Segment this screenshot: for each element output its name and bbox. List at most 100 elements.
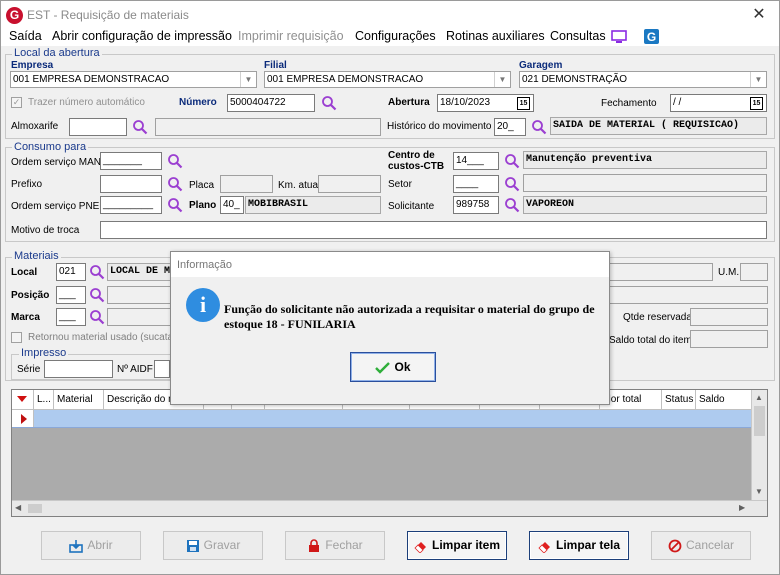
limpar-tela-button[interactable]: Limpar tela <box>529 531 629 560</box>
historico-code-input[interactable]: 20_ <box>494 118 526 136</box>
setor-desc <box>523 174 767 192</box>
centro-code-input[interactable]: 14___ <box>453 152 499 170</box>
calendar-icon[interactable]: 15 <box>750 97 763 110</box>
app-logo-icon: G <box>6 7 23 24</box>
historico-label: Histórico do movimento <box>387 121 492 132</box>
menu-consultas[interactable]: Consultas <box>550 29 606 43</box>
scroll-left-icon[interactable]: ◀ <box>15 503 21 512</box>
table-row[interactable] <box>12 410 752 428</box>
materials-grid[interactable]: L... Material Descrição do m alor total … <box>11 389 768 517</box>
trazer-numero-checkbox[interactable]: ✓ <box>11 97 22 108</box>
empresa-select[interactable]: 001 EMPRESA DEMONSTRACAO ▼ <box>10 71 257 88</box>
garagem-select[interactable]: 021 DEMONSTRAÇÃO ▼ <box>519 71 767 88</box>
consumo-legend: Consumo para <box>12 141 89 153</box>
gravar-button[interactable]: Gravar <box>163 531 263 560</box>
eraser-icon <box>414 541 426 553</box>
search-icon[interactable] <box>89 264 105 280</box>
menu-configuracoes[interactable]: Configurações <box>355 29 436 43</box>
grid-sort-header[interactable] <box>12 390 34 410</box>
close-button[interactable]: ✕ <box>749 5 769 25</box>
main-window: G EST - Requisição de materiais ✕ Saída … <box>0 0 780 575</box>
plano-code-input[interactable]: 40_ <box>220 196 244 214</box>
marca-input[interactable]: ___ <box>56 308 86 326</box>
search-icon[interactable] <box>504 197 520 213</box>
ok-button[interactable]: Ok <box>350 352 436 382</box>
search-icon[interactable] <box>504 176 520 192</box>
menu-abrir-configuracao[interactable]: Abrir configuração de impressão <box>52 29 232 43</box>
search-icon[interactable] <box>167 197 183 213</box>
grid-header-l[interactable]: L... <box>34 390 54 410</box>
os-pne-label: Ordem serviço PNE <box>11 201 100 212</box>
info-dialog: Informação i Função do solicitante não a… <box>170 251 610 405</box>
search-icon[interactable] <box>321 95 337 111</box>
limpar-item-button[interactable]: Limpar item <box>407 531 507 560</box>
search-icon[interactable] <box>132 119 148 135</box>
aidf-label: Nº AIDF <box>117 364 153 375</box>
filial-select[interactable]: 001 EMPRESA DEMONSTRACAO ▼ <box>264 71 511 88</box>
motivo-troca-input[interactable] <box>100 221 767 239</box>
dialog-title-bar: Informação <box>171 252 609 277</box>
placa-field <box>220 175 273 193</box>
scroll-down-icon[interactable]: ▼ <box>755 487 763 496</box>
solicitante-code-input[interactable]: 989758 <box>453 196 499 214</box>
abrir-button[interactable]: Abrir <box>41 531 141 560</box>
scroll-thumb[interactable] <box>28 504 42 513</box>
prefixo-input[interactable] <box>100 175 162 193</box>
aidf-input[interactable] <box>154 360 170 378</box>
numero-input[interactable]: 5000404722 <box>227 94 315 112</box>
centro-label-1: Centro de <box>388 150 435 161</box>
grid-vertical-scrollbar[interactable]: ▲ ▼ <box>751 390 767 500</box>
solicitante-desc: VAPOREON <box>523 196 767 214</box>
qtde-reservada-field <box>690 308 768 326</box>
grid-header-status[interactable]: Status <box>662 390 696 410</box>
os-pne-input[interactable]: _________ <box>100 196 162 214</box>
search-icon[interactable] <box>504 153 520 169</box>
posicao-input[interactable]: ___ <box>56 286 86 304</box>
menu-rotinas-auxiliares[interactable]: Rotinas auxiliares <box>446 29 545 43</box>
empresa-label: Empresa <box>11 60 54 71</box>
local-code-input[interactable]: 021 <box>56 263 86 281</box>
window-title: EST - Requisição de materiais <box>27 8 189 22</box>
grid-header-material[interactable]: Material <box>54 390 104 410</box>
filial-value: 001 EMPRESA DEMONSTRACAO <box>267 74 424 85</box>
qtde-reservada-label: Qtde reservada <box>623 312 692 323</box>
search-icon[interactable] <box>531 119 547 135</box>
dialog-message: Função do solicitante não autorizada a r… <box>224 302 595 331</box>
retornou-sucata-checkbox[interactable] <box>11 332 22 343</box>
serie-label: Série <box>17 364 41 375</box>
scroll-up-icon[interactable]: ▲ <box>755 393 763 402</box>
centro-label-2: custos-CTB <box>388 161 445 172</box>
abrir-label: Abrir <box>87 538 113 552</box>
grid-header-saldo[interactable]: Saldo <box>696 390 752 410</box>
app-shortcut-icon[interactable]: G <box>644 29 659 47</box>
scroll-right-icon[interactable]: ▶ <box>739 503 745 512</box>
search-icon[interactable] <box>89 309 105 325</box>
cancelar-button[interactable]: Cancelar <box>651 531 751 560</box>
chevron-down-icon: ▼ <box>494 72 510 87</box>
limpar-tela-label: Limpar tela <box>555 538 621 552</box>
os-man-input[interactable]: _______ <box>100 152 162 170</box>
scroll-thumb[interactable] <box>754 406 765 436</box>
km-atual-label: Km. atual <box>278 180 321 191</box>
menu-saida[interactable]: Saída <box>9 29 42 43</box>
grid-horizontal-scrollbar[interactable]: ◀ ▶ <box>12 500 767 516</box>
calendar-icon[interactable]: 15 <box>517 97 530 110</box>
solicitante-label: Solicitante <box>388 201 435 212</box>
serie-input[interactable] <box>44 360 113 378</box>
menu-imprimir-requisicao[interactable]: Imprimir requisição <box>238 29 344 43</box>
search-icon[interactable] <box>167 153 183 169</box>
trazer-numero-label: Trazer número automático <box>28 97 145 108</box>
search-icon[interactable] <box>89 287 105 303</box>
setor-code-input[interactable]: ____ <box>453 175 499 193</box>
monitor-icon[interactable] <box>611 30 627 47</box>
um-field <box>740 263 768 281</box>
centro-desc: Manutenção preventiva <box>523 151 767 169</box>
almoxarife-input[interactable] <box>69 118 127 136</box>
motivo-troca-label: Motivo de troca <box>11 225 80 236</box>
fechar-button[interactable]: Fechar <box>285 531 385 560</box>
menu-bar: Saída Abrir configuração de impressão Im… <box>1 28 779 46</box>
lock-icon <box>309 539 320 552</box>
cancel-icon <box>668 539 682 553</box>
search-icon[interactable] <box>167 176 183 192</box>
current-row-icon <box>21 414 27 424</box>
